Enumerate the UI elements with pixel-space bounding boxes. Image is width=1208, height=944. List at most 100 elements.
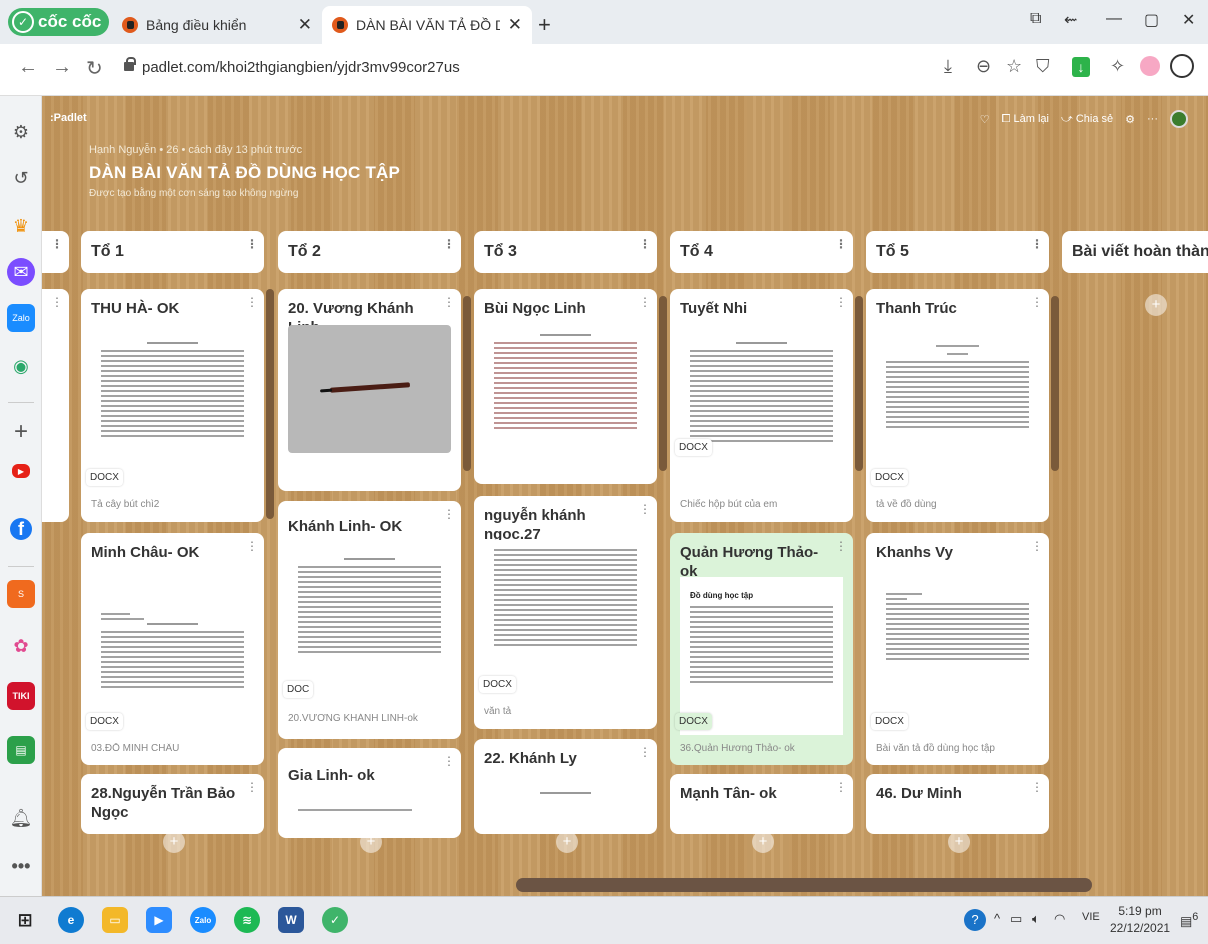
clock[interactable]: 5:19 pm 22/12/2021: [1110, 903, 1170, 937]
post-card[interactable]: Thanh Trúc ⋮ DOCX tả về đồ dùng: [866, 289, 1049, 522]
card-menu-icon[interactable]: ⋮: [246, 780, 258, 794]
pinwheel-icon[interactable]: ✿: [7, 632, 35, 660]
post-card[interactable]: Mạnh Tân- ok ⋮: [670, 774, 853, 834]
heart-icon[interactable]: ♡: [980, 113, 990, 126]
column-header-to-2[interactable]: Tổ 2 ⋮: [278, 231, 461, 273]
wifi-icon[interactable]: ◠: [1054, 911, 1065, 927]
reading-mode-icon[interactable]: ⧉: [1030, 10, 1041, 28]
back-history-icon[interactable]: ⇜: [1064, 10, 1077, 30]
zalo-icon[interactable]: Zalo: [7, 304, 35, 332]
add-post-button[interactable]: +: [360, 831, 382, 853]
tab-close-icon[interactable]: ✕: [298, 15, 312, 35]
document-preview[interactable]: [876, 333, 1039, 491]
volume-icon[interactable]: 🔈︎: [1032, 911, 1040, 927]
sheet-icon[interactable]: ▤: [7, 736, 35, 764]
card-menu-icon[interactable]: ⋮: [1031, 780, 1043, 794]
facebook-icon[interactable]: f: [10, 518, 32, 540]
post-card[interactable]: Minh Châu- OK ⋮ DOCX 03.ĐỖ MINH CHÂU: [81, 533, 264, 765]
document-preview[interactable]: [484, 540, 647, 698]
horizontal-scrollbar[interactable]: [516, 878, 1092, 892]
tiki-xmas-icon[interactable]: TIKI: [7, 682, 35, 710]
card-menu-icon[interactable]: ⋮: [443, 754, 455, 768]
document-preview[interactable]: Đồ dùng học tập: [680, 577, 843, 735]
bookmark-star-icon[interactable]: ☆: [1006, 56, 1022, 77]
pen-photo[interactable]: [288, 325, 451, 453]
settings-icon[interactable]: ⚙: [1125, 113, 1135, 126]
more-options-icon[interactable]: ···: [1147, 113, 1158, 125]
post-card[interactable]: 28.Nguyễn Trần Bảo Ngọc ⋮: [81, 774, 264, 834]
reload-icon[interactable]: ↻: [86, 56, 103, 81]
document-preview[interactable]: [876, 577, 1039, 735]
close-window-button[interactable]: ✕: [1182, 10, 1195, 30]
add-post-button[interactable]: +: [752, 831, 774, 853]
notification-bell-icon[interactable]: 🔔︎: [7, 804, 35, 832]
column-scrollbar[interactable]: [463, 296, 471, 471]
avatar[interactable]: [1170, 110, 1188, 128]
post-card[interactable]: Gia Linh- ok ⋮: [278, 748, 461, 838]
post-card[interactable]: 46. Dư Minh ⋮: [866, 774, 1049, 834]
coccoc-menu-button[interactable]: ✓ cốc cốc: [8, 8, 110, 36]
card-menu-icon[interactable]: ⋮: [835, 295, 847, 309]
add-post-button[interactable]: +: [163, 831, 185, 853]
add-post-button[interactable]: +: [1145, 294, 1167, 316]
shopee-icon[interactable]: S: [7, 580, 35, 608]
language-indicator[interactable]: VIE: [1082, 911, 1100, 923]
column-menu-icon[interactable]: ⋮: [51, 237, 63, 251]
add-post-button[interactable]: +: [948, 831, 970, 853]
card-menu-icon[interactable]: ⋮: [246, 295, 258, 309]
card-menu-icon[interactable]: ⋮: [639, 502, 651, 516]
card-menu-icon[interactable]: ⋮: [835, 780, 847, 794]
card-menu-icon[interactable]: ⋮: [639, 745, 651, 759]
document-preview[interactable]: [484, 783, 647, 823]
tray-chevron-icon[interactable]: ^: [994, 911, 1000, 926]
back-arrow-icon[interactable]: ←: [18, 56, 38, 79]
column-scrollbar[interactable]: [1051, 296, 1059, 471]
column-menu-icon[interactable]: ⋮: [443, 237, 455, 251]
tab-dashboard[interactable]: Bảng điều khiển ✕: [112, 6, 322, 44]
column-menu-icon[interactable]: ⋮: [1031, 237, 1043, 251]
post-card[interactable]: Tuyết Nhi ⋮ DOCX Chiếc hộp bút của em: [670, 289, 853, 522]
tab-active-padlet[interactable]: DÀN BÀI VĂN TẢ ĐỒ DÙNG ✕: [322, 6, 532, 44]
tab-close-icon[interactable]: ✕: [508, 15, 522, 35]
document-preview[interactable]: [91, 333, 254, 491]
network-icon[interactable]: ▭: [1010, 911, 1022, 927]
card-menu-icon[interactable]: ⋮: [51, 295, 63, 309]
column-header-to-3[interactable]: Tổ 3 ⋮: [474, 231, 657, 273]
add-sidebar-item-icon[interactable]: +: [7, 418, 35, 446]
edge-icon[interactable]: e: [58, 907, 84, 933]
coccoc-app-icon[interactable]: ✓: [322, 907, 348, 933]
card-menu-icon[interactable]: ⋮: [639, 295, 651, 309]
settings-gear-icon[interactable]: ⚙: [7, 118, 35, 146]
column-header-to-1[interactable]: Tổ 1 ⋮: [81, 231, 264, 273]
address-bar[interactable]: padlet.com/khoi2thgiangbien/yjdr3mv99cor…: [142, 59, 460, 76]
help-icon[interactable]: ?: [964, 909, 986, 931]
card-menu-icon[interactable]: ⋮: [246, 539, 258, 553]
padlet-logo[interactable]: :Padlet: [50, 112, 87, 124]
card-menu-icon[interactable]: ⋮: [443, 295, 455, 309]
column-menu-icon[interactable]: ⋮: [639, 237, 651, 251]
maximize-button[interactable]: ▢: [1144, 10, 1159, 30]
post-card[interactable]: nguyễn khánh ngọc.27 ⋮ DOCX văn tả: [474, 496, 657, 729]
document-preview[interactable]: [91, 577, 254, 735]
spotify-icon[interactable]: ≋: [234, 907, 260, 933]
more-icon[interactable]: •••: [7, 852, 35, 880]
document-preview[interactable]: [680, 333, 843, 491]
column-header-to-4[interactable]: Tổ 4 ⋮: [670, 231, 853, 273]
forward-arrow-icon[interactable]: →: [52, 56, 72, 79]
column-scrollbar[interactable]: [659, 296, 667, 471]
word-icon[interactable]: W: [278, 907, 304, 933]
zoom-icon[interactable]: ⊖: [976, 56, 991, 77]
card-menu-icon[interactable]: ⋮: [835, 539, 847, 553]
downloads-icon[interactable]: ↓: [1072, 57, 1090, 77]
post-card[interactable]: 20. Vương Khánh Linh ⋮: [278, 289, 461, 491]
card-menu-icon[interactable]: ⋮: [1031, 539, 1043, 553]
minimize-button[interactable]: —: [1106, 10, 1122, 28]
post-card[interactable]: Bùi Ngọc Linh ⋮: [474, 289, 657, 484]
post-card[interactable]: Quản Hương Thảo-ok ⋮ Đồ dùng học tập DOC…: [670, 533, 853, 765]
column-scrollbar[interactable]: [855, 296, 863, 471]
post-card[interactable]: Khanhs Vy ⋮ DOCX Bài văn tả đồ dùng học …: [866, 533, 1049, 765]
piggy-extension-icon[interactable]: [1140, 56, 1160, 76]
gamepad-icon[interactable]: ◉: [7, 352, 35, 380]
shield-icon[interactable]: ⛉: [1036, 56, 1050, 77]
share-button[interactable]: ⤻ Chia sẻ: [1061, 113, 1113, 126]
